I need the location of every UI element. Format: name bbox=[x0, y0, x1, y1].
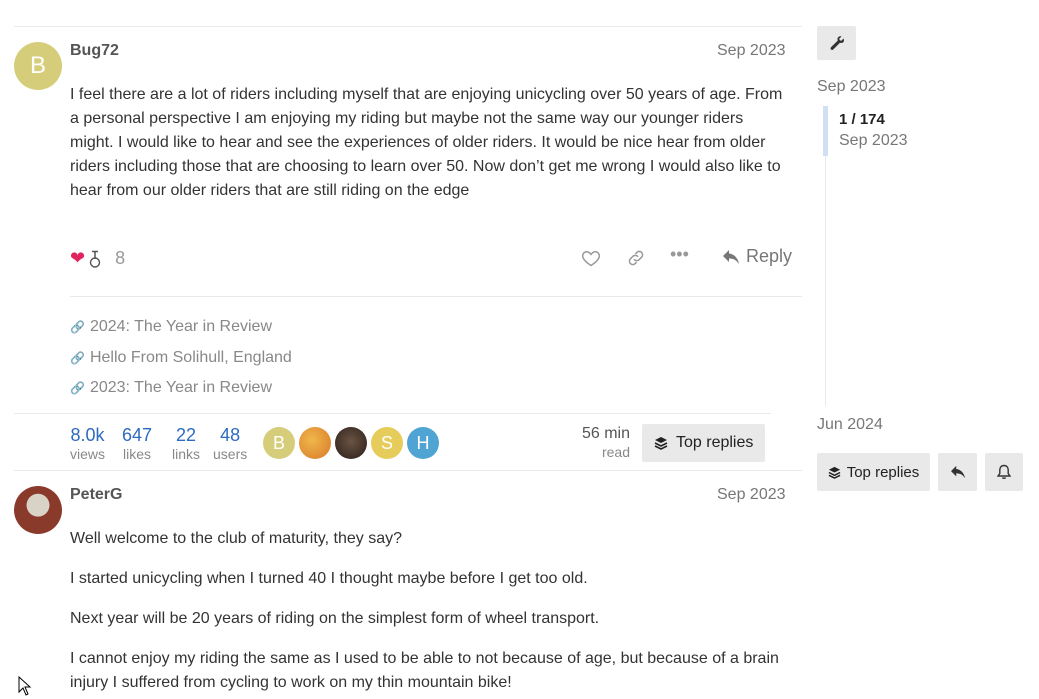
likes-label: likes bbox=[123, 446, 152, 462]
participant-avatar[interactable]: B bbox=[263, 427, 295, 459]
link-icon: 🔗 bbox=[70, 381, 85, 396]
timeline-position-date: Sep 2023 bbox=[839, 132, 908, 149]
links-stat[interactable]: 22 links bbox=[172, 424, 200, 462]
post-date[interactable]: Sep 2023 bbox=[717, 486, 786, 504]
views-count: 8.0k bbox=[70, 425, 105, 445]
users-stat[interactable]: 48 users bbox=[213, 424, 247, 462]
post-paragraph: I started unicycling when I turned 40 I … bbox=[70, 570, 588, 587]
like-count: 8 bbox=[115, 248, 126, 268]
divider bbox=[70, 296, 802, 297]
reply-label: Reply bbox=[745, 246, 792, 266]
linked-topic-title: 2023: The Year in Review bbox=[89, 379, 273, 397]
notifications-button[interactable] bbox=[985, 453, 1023, 491]
avatar[interactable] bbox=[14, 486, 62, 534]
unicycle-reaction-icon bbox=[89, 250, 101, 268]
wrench-icon bbox=[830, 36, 844, 50]
copy-link-button[interactable] bbox=[626, 248, 646, 268]
participant-avatar[interactable] bbox=[299, 427, 331, 459]
reply-icon bbox=[722, 249, 739, 264]
timeline-reply-button[interactable] bbox=[938, 453, 977, 491]
post-paragraph: I cannot enjoy my riding the same as I u… bbox=[70, 650, 779, 691]
topic-map: 8.0k views 647 likes 22 links 48 users B S H… bbox=[14, 413, 771, 470]
username[interactable]: PeterG bbox=[70, 486, 122, 504]
avatar[interactable]: B bbox=[14, 42, 62, 90]
participant-avatar[interactable] bbox=[335, 427, 367, 459]
post-paragraph: I feel there are a lot of riders includi… bbox=[70, 86, 783, 199]
divider bbox=[14, 470, 802, 471]
linked-topic-title: 2024: The Year in Review bbox=[89, 318, 273, 336]
post-body: Well welcome to the club of maturity, th… bbox=[70, 527, 790, 699]
timeline-post-count: 1 / 174 bbox=[839, 111, 885, 128]
post-paragraph: Next year will be 20 years of riding on … bbox=[70, 610, 600, 627]
more-options-button[interactable]: ••• bbox=[670, 244, 689, 265]
mouse-cursor-icon bbox=[18, 676, 32, 696]
read-time-value: 56 min bbox=[581, 425, 630, 442]
post-paragraph: Well welcome to the club of maturity, th… bbox=[70, 530, 402, 547]
timeline-handle[interactable] bbox=[823, 106, 828, 156]
layers-icon bbox=[828, 466, 841, 479]
timeline-start-date[interactable]: Sep 2023 bbox=[817, 78, 886, 96]
post-actions: ❤ 8 ••• Reply bbox=[70, 244, 792, 274]
linked-topic[interactable]: 🔗 2024: The Year in Review bbox=[70, 312, 292, 343]
post-date[interactable]: Sep 2023 bbox=[717, 42, 786, 60]
top-replies-button[interactable]: Top replies bbox=[642, 424, 766, 462]
linked-topics: 🔗 2024: The Year in Review 🔗 Hello From So… bbox=[70, 312, 292, 404]
links-count: 22 bbox=[175, 425, 197, 445]
bell-icon bbox=[997, 464, 1011, 479]
reactions[interactable]: ❤ 8 bbox=[70, 248, 125, 269]
post-body: I feel there are a lot of riders includi… bbox=[70, 83, 790, 219]
linked-topic[interactable]: 🔗 2023: The Year in Review bbox=[70, 373, 292, 404]
views-label: views bbox=[70, 446, 106, 462]
linked-topic-title: Hello From Solihull, England bbox=[89, 348, 292, 366]
linked-topic[interactable]: 🔗 Hello From Solihull, England bbox=[70, 343, 292, 374]
username[interactable]: Bug72 bbox=[70, 42, 119, 60]
heart-reaction-icon: ❤ bbox=[70, 248, 86, 268]
participant-letter: B bbox=[272, 432, 285, 453]
read-time: 56 min read bbox=[574, 424, 630, 460]
timeline-top-replies-label: Top replies bbox=[846, 463, 920, 481]
top-divider bbox=[14, 26, 802, 27]
timeline-end-date[interactable]: Jun 2024 bbox=[817, 416, 883, 434]
like-button[interactable] bbox=[581, 248, 601, 268]
timeline-position: 1 / 174 Sep 2023 bbox=[839, 110, 908, 152]
likes-count: 647 bbox=[122, 425, 153, 445]
participant-letter: H bbox=[416, 432, 430, 453]
links-label: links bbox=[172, 446, 201, 462]
top-replies-label: Top replies bbox=[676, 434, 754, 451]
views-stat[interactable]: 8.0k views bbox=[70, 424, 105, 462]
participant-avatar[interactable]: S bbox=[371, 427, 403, 459]
likes-stat[interactable]: 647 likes bbox=[122, 424, 152, 462]
timeline-top-replies-button[interactable]: Top replies bbox=[817, 453, 930, 491]
users-label: users bbox=[213, 446, 248, 462]
users-count: 48 bbox=[220, 425, 241, 445]
avatar-letter: B bbox=[29, 52, 46, 79]
layers-icon bbox=[654, 437, 668, 450]
participant-avatar[interactable]: H bbox=[407, 427, 439, 459]
topic-admin-button[interactable] bbox=[817, 26, 856, 60]
link-icon: 🔗 bbox=[70, 350, 85, 365]
read-time-label: read bbox=[601, 444, 630, 460]
reply-icon bbox=[950, 465, 965, 479]
reply-button[interactable]: Reply bbox=[722, 246, 792, 267]
participant-letter: S bbox=[380, 432, 393, 453]
link-icon: 🔗 bbox=[70, 320, 85, 335]
